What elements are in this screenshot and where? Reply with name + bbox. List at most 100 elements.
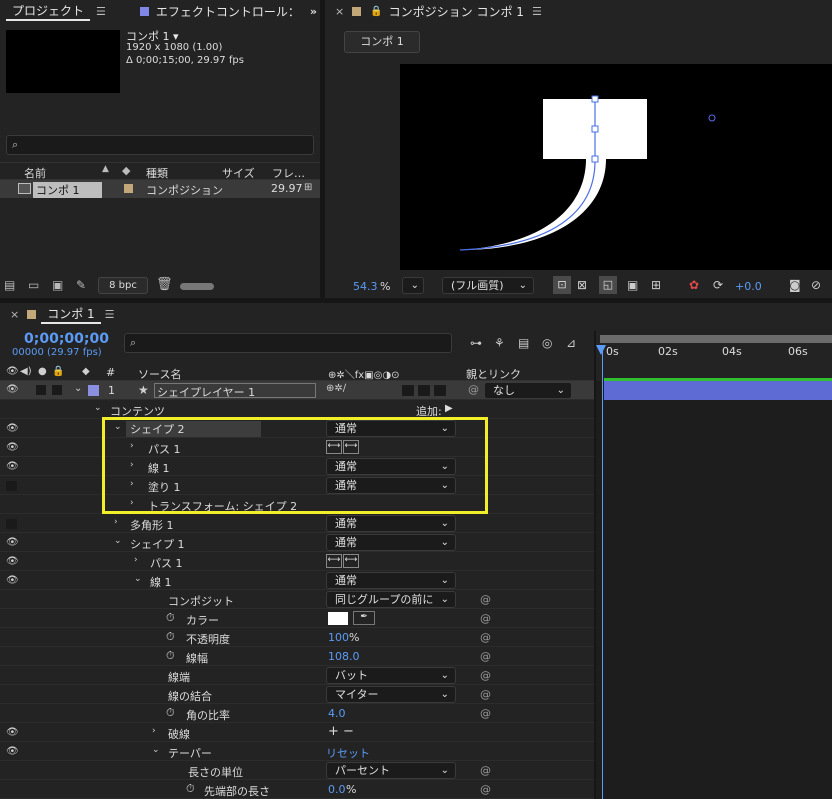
taper-row[interactable]: 👁 ⌄ テーパー リセット (0, 742, 594, 761)
col-source-name[interactable]: ソース名 (138, 366, 181, 382)
chevron-down-icon[interactable]: ⌄ (152, 745, 160, 755)
lock-icon[interactable]: 🔒 (370, 6, 382, 17)
eye-icon[interactable]: 👁 (6, 746, 19, 757)
chevron-right-icon[interactable]: › (152, 726, 156, 736)
close-icon[interactable]: × (10, 308, 19, 321)
chevron-down-icon[interactable]: ⌄ (134, 574, 142, 584)
expression-pick-whip-icon[interactable]: @ (480, 631, 491, 644)
panel-overflow-icon[interactable]: » (310, 5, 317, 18)
line-join-dropdown[interactable]: マイター ⌄ (326, 686, 456, 703)
time-ruler[interactable]: 0s 02s 04s 06s (596, 331, 832, 381)
add-dash-icon[interactable]: + (328, 725, 341, 739)
motion-blur-icon[interactable]: ⊿ (566, 336, 576, 350)
color-swatch[interactable] (328, 612, 348, 625)
blend-mode-dropdown[interactable]: 通常 ⌄ (326, 534, 456, 551)
camera-snapshot-icon[interactable]: ◙ (789, 278, 801, 292)
col-type[interactable]: 種類 (146, 165, 168, 181)
exposure-reset-icon[interactable]: ⟳ (713, 278, 723, 292)
expression-pick-whip-icon[interactable]: @ (480, 612, 491, 625)
eye-icon[interactable]: 👁 (6, 556, 19, 567)
line-cap-dropdown[interactable]: バット ⌄ (326, 667, 456, 684)
start-length-value[interactable]: 0.0 (328, 783, 346, 796)
parent-dropdown[interactable]: なし ⌄ (484, 382, 572, 399)
visibility-off-box[interactable] (6, 481, 17, 491)
eye-icon[interactable]: 👁 (6, 727, 19, 738)
transparency-grid-icon[interactable]: ⊠ (577, 278, 587, 292)
layer-switch-icons[interactable]: ⊕✲∕ (326, 383, 346, 394)
remove-dash-icon[interactable]: − (343, 725, 356, 739)
pick-whip-icon[interactable]: @ (468, 383, 479, 396)
composition-mini-flowchart-icon[interactable]: ⊶ (470, 336, 482, 350)
comp-panel-menu-icon[interactable]: ☰ (532, 5, 542, 18)
shape1-row[interactable]: 👁 ⌄ シェイプ 1 通常 ⌄ (0, 533, 594, 552)
col-frame[interactable]: フレ… (272, 165, 305, 181)
tracks-divider[interactable] (594, 331, 596, 799)
zoom-value[interactable]: 54.3 (353, 280, 378, 293)
composite-row[interactable]: コンポジット 同じグループの前に ⌄ @ (0, 590, 594, 609)
visibility-off-box[interactable] (6, 519, 17, 529)
start-length-row[interactable]: ⏱ 先端部の長さ 0.0 % @ (0, 780, 594, 799)
col-size[interactable]: サイズ (222, 165, 255, 181)
chevron-down-icon[interactable]: ⌄ (74, 383, 82, 394)
stroke-width-value[interactable]: 108.0 (328, 650, 360, 663)
stroke-width-row[interactable]: ⏱ 線幅 108.0 @ (0, 647, 594, 666)
path1-row[interactable]: 👁 › パス 1 ⟷ ⟷ (0, 552, 594, 571)
draft-3d-icon[interactable]: ⚘ (494, 336, 505, 350)
eye-icon[interactable]: 👁 (6, 384, 19, 395)
expression-pick-whip-icon[interactable]: @ (480, 669, 491, 682)
col-name[interactable]: 名前 (24, 165, 46, 181)
current-time-indicator[interactable] (596, 345, 606, 355)
solo-box[interactable] (36, 385, 46, 395)
snapshot-toggle-icon[interactable]: ⊡ (553, 276, 571, 294)
stopwatch-icon[interactable]: ⏱ (166, 649, 175, 663)
region-of-interest-icon[interactable]: ▣ (627, 278, 638, 292)
expression-pick-whip-icon[interactable]: @ (480, 650, 491, 663)
exposure-value[interactable]: +0.0 (735, 280, 762, 293)
folder-icon[interactable]: ▭ (28, 278, 39, 292)
tab-project[interactable]: プロジェクト (6, 2, 91, 21)
path-direction-icon[interactable]: ⟷ (343, 554, 359, 568)
frame-blending-icon[interactable]: ◎ (542, 336, 552, 350)
stopwatch-icon[interactable]: ⏱ (186, 782, 195, 796)
chevron-down-icon[interactable]: ⌄ (94, 403, 102, 413)
composite-dropdown[interactable]: 同じグループの前に ⌄ (326, 591, 456, 608)
eye-icon[interactable]: 👁 (6, 442, 19, 453)
project-item-row[interactable]: コンポ 1 コンポジション 29.97 ⊞ (0, 180, 320, 198)
interpret-footage-icon[interactable]: ▤ (4, 278, 15, 292)
expression-pick-whip-icon[interactable]: @ (480, 783, 491, 796)
comp-viewer[interactable] (400, 64, 832, 270)
trash-icon[interactable]: 🗑 (156, 277, 173, 292)
line-join-row[interactable]: 線の結合 マイター ⌄ @ (0, 685, 594, 704)
opacity-value[interactable]: 100 (328, 631, 349, 644)
expression-pick-whip-icon[interactable]: @ (480, 764, 491, 777)
miter-limit-value[interactable]: 4.0 (328, 707, 346, 720)
stroke1-row[interactable]: 👁 ⌄ 線 1 通常 ⌄ (0, 571, 594, 590)
path-direction-icon[interactable]: ⟷ (326, 554, 342, 568)
blend-mode-dropdown[interactable]: 通常 ⌄ (326, 572, 456, 589)
layer-duration-bar[interactable] (604, 381, 832, 400)
switch-box[interactable] (434, 385, 446, 396)
stopwatch-icon[interactable]: ⏱ (166, 630, 175, 644)
shy-layers-icon[interactable]: ▤ (518, 336, 529, 350)
tab-timeline[interactable]: コンポ 1 (41, 305, 101, 324)
color-row[interactable]: ⏱ カラー ✒ @ (0, 609, 594, 628)
polygon-row[interactable]: › 多角形 1 通常 ⌄ (0, 514, 594, 533)
panel-menu-icon[interactable]: ☰ (96, 5, 106, 18)
mask-visibility-icon[interactable]: ◱ (599, 276, 617, 294)
reset-link[interactable]: リセット (326, 745, 370, 761)
line-cap-row[interactable]: 線端 バット ⌄ @ (0, 666, 594, 685)
col-parent-link[interactable]: 親とリンク (466, 366, 521, 382)
close-icon[interactable]: × (335, 5, 344, 18)
add-menu-icon[interactable]: ▶ (445, 403, 453, 414)
show-snapshot-icon[interactable]: ⊘ (811, 278, 821, 292)
expression-pick-whip-icon[interactable]: @ (480, 707, 491, 720)
eye-icon[interactable]: 👁 (6, 575, 19, 586)
expression-pick-whip-icon[interactable]: @ (480, 688, 491, 701)
grid-guides-icon[interactable]: ⊞ (651, 278, 661, 292)
layer-label-swatch[interactable] (88, 385, 99, 396)
stopwatch-icon[interactable]: ⏱ (166, 611, 175, 625)
zoom-dropdown[interactable]: ⌄ (402, 277, 424, 294)
resolution-dropdown[interactable]: (フル画質) ⌄ (442, 277, 534, 294)
footer-scrollbar[interactable] (180, 283, 214, 290)
work-area-bar[interactable] (600, 335, 832, 343)
